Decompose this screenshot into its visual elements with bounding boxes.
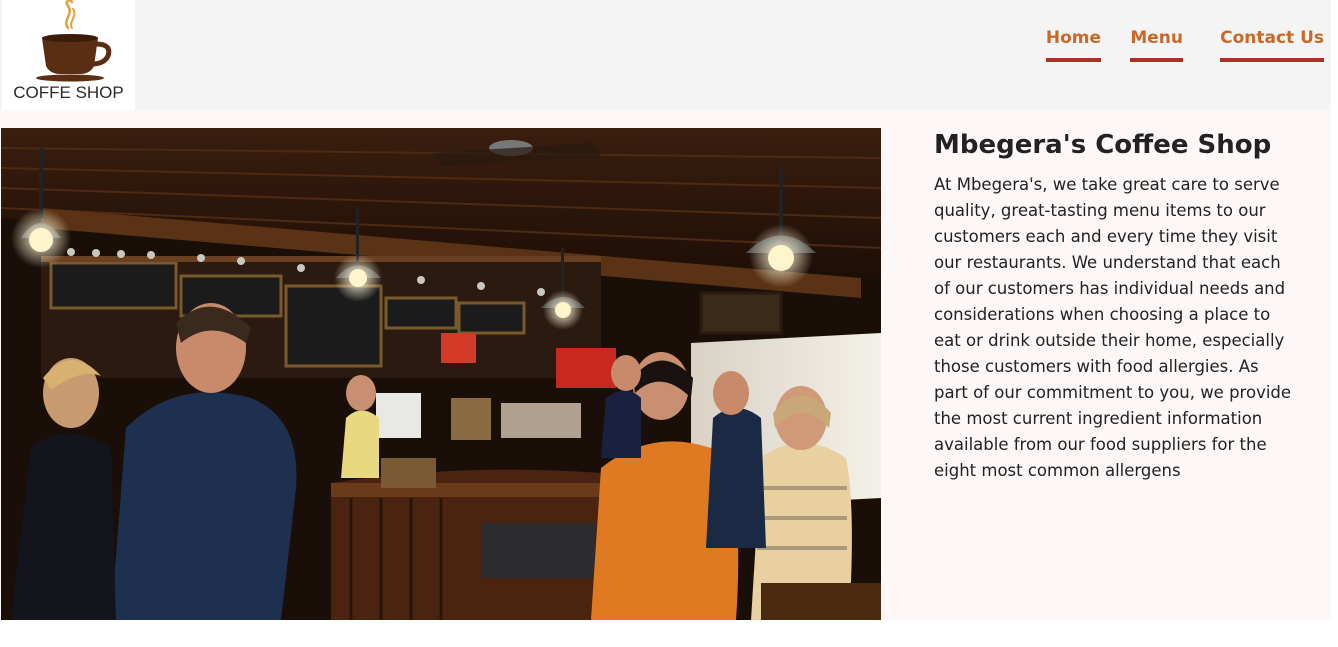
- page-title: Mbegera's Coffee Shop: [934, 130, 1272, 160]
- hero-image: [1, 128, 881, 620]
- logo[interactable]: COFFE SHOP: [2, 0, 135, 110]
- nav-contact-link[interactable]: Contact Us: [1220, 28, 1324, 62]
- about-description: At Mbegera's, we take great care to serv…: [934, 175, 1292, 480]
- site-header: COFFE SHOP Home Menu Contact Us: [0, 0, 1331, 110]
- logo-text: COFFE SHOP: [13, 83, 124, 102]
- coffee-shop-interior-photo: [1, 128, 881, 620]
- main-section: Mbegera's Coffee Shop At Mbegera's, we t…: [0, 110, 1331, 620]
- about-section: Mbegera's Coffee Shop At Mbegera's, we t…: [934, 128, 1294, 484]
- nav-menu-link[interactable]: Menu: [1130, 28, 1183, 62]
- coffee-cup-icon: [36, 0, 112, 82]
- nav-home-link[interactable]: Home: [1045, 28, 1101, 62]
